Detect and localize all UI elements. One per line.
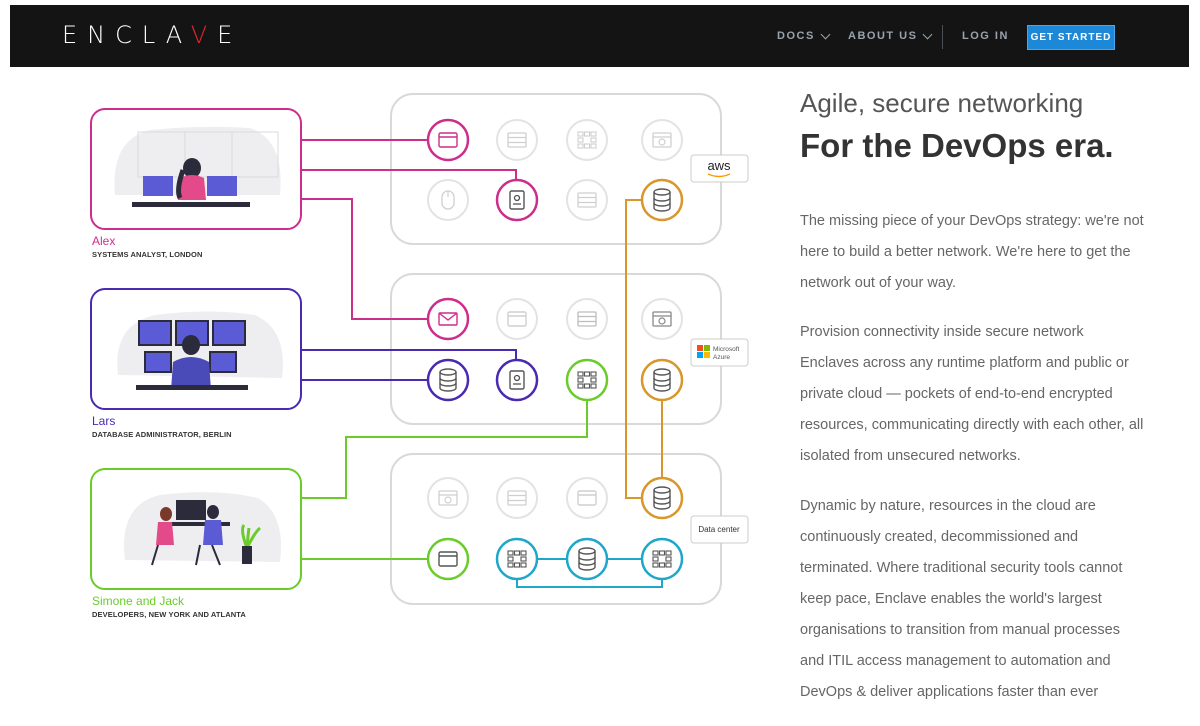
datacenter-label: Data center	[698, 525, 740, 534]
nav-login-label: LOG IN	[962, 30, 1009, 42]
person-role-alex: SYSTEMS ANALYST, LONDON	[92, 250, 203, 259]
hero-tagline: Agile, secure networking	[800, 88, 1084, 118]
hero-headline: For the DevOps era.	[800, 127, 1114, 164]
nav-about-us[interactable]: ABOUT US	[848, 29, 933, 42]
chevron-down-icon	[923, 29, 933, 39]
azure-label-line2: Azure	[713, 354, 730, 361]
person-role-simone-jack: DEVELOPERS, NEW YORK AND ATLANTA	[92, 610, 246, 619]
network-diagram: aws Microsoft Azure Data center Alex SYS…	[0, 0, 780, 721]
person-name-lars: Lars	[92, 414, 116, 428]
aws-badge: aws	[690, 154, 749, 183]
aws-label: aws	[707, 158, 731, 173]
nav-docs-label: DOCS	[777, 30, 815, 42]
nav-docs[interactable]: DOCS	[777, 29, 831, 42]
person-name-simone-jack: Simone and Jack	[92, 594, 185, 608]
person-card-simone-jack	[90, 468, 302, 590]
hero-paragraph-2: Provision connectivity inside secure net…	[800, 324, 1144, 464]
person-role-lars: DATABASE ADMINISTRATOR, BERLIN	[92, 430, 232, 439]
datacenter-badge: Data center	[690, 515, 749, 544]
azure-label-line1: Microsoft	[713, 346, 740, 353]
person-name-alex: Alex	[92, 234, 116, 248]
nav-divider	[942, 25, 943, 49]
datacenter-container	[390, 453, 722, 605]
hero-paragraph-3: Dynamic by nature, resources in the clou…	[800, 498, 1123, 700]
azure-badge: Microsoft Azure	[690, 338, 749, 367]
chevron-down-icon	[820, 29, 831, 39]
person-card-lars	[90, 288, 302, 410]
nav-about-label: ABOUT US	[848, 30, 918, 42]
get-started-button[interactable]: GET STARTED	[1027, 25, 1115, 50]
hero-paragraph-1: The missing piece of your DevOps strateg…	[800, 213, 1144, 291]
nav-log-in[interactable]: LOG IN	[962, 30, 1009, 42]
person-card-alex	[90, 108, 302, 230]
